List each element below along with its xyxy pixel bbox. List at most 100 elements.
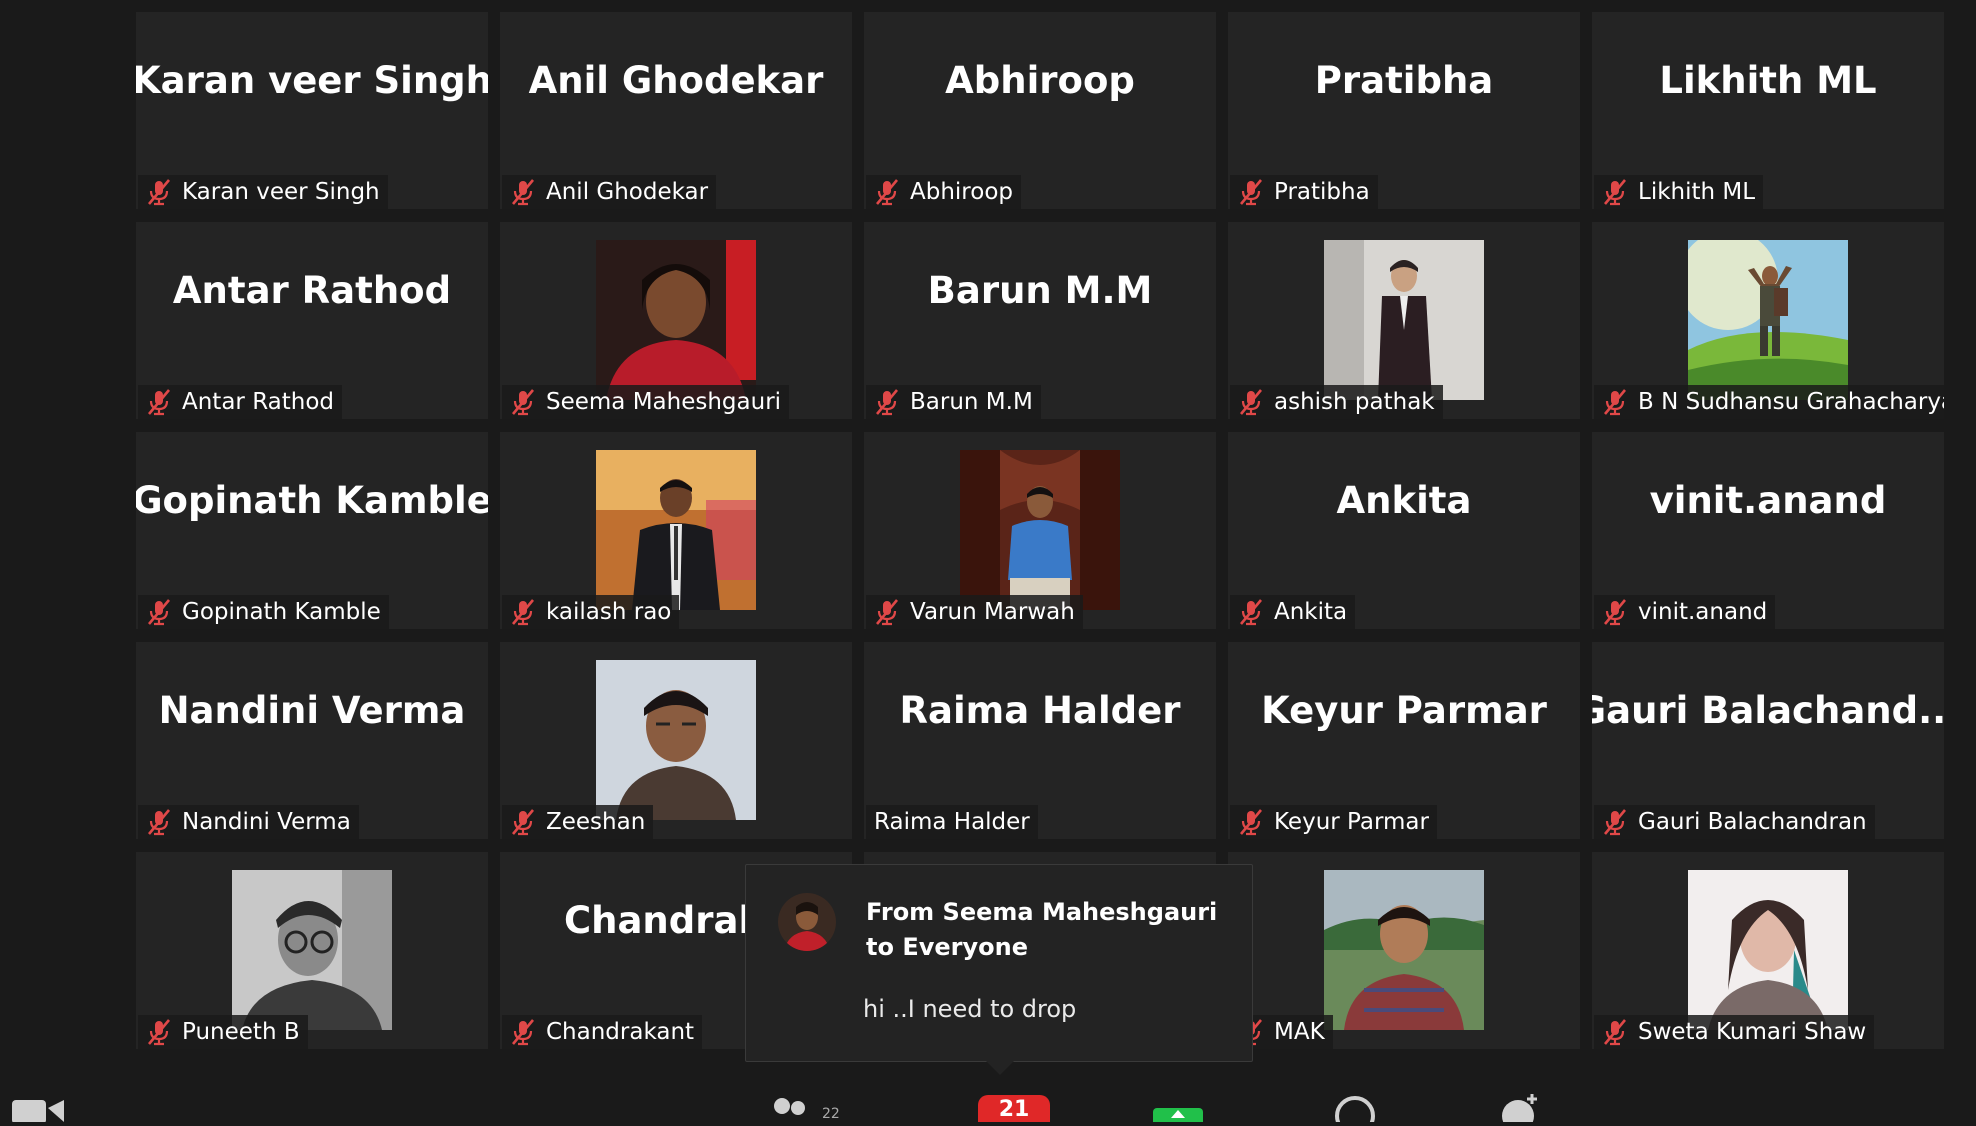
participant-display-name: Karan veer Singh <box>136 59 488 102</box>
participant-tile[interactable]: Raima Halder Raima Halder <box>864 642 1216 839</box>
participant-display-name: Pratibha <box>1314 59 1494 102</box>
participant-tile[interactable]: Nandini Verma Nandini Verma <box>136 642 488 839</box>
participant-name-label: Raima Halder <box>866 805 1038 839</box>
participant-name-text: Likhith ML <box>1638 179 1756 205</box>
participant-name-label: Pratibha <box>1230 175 1378 209</box>
mic-muted-icon <box>512 389 534 416</box>
participant-name-text: Anil Ghodekar <box>546 179 709 205</box>
participant-name-text: ashish pathak <box>1274 389 1435 415</box>
participant-tile[interactable]: Ankita Ankita <box>1228 432 1580 629</box>
participant-photo <box>596 240 756 400</box>
participant-tile[interactable]: Keyur Parmar Keyur Parmar <box>1228 642 1580 839</box>
participant-name-text: kailash rao <box>546 599 672 625</box>
mic-muted-icon <box>876 599 898 626</box>
participant-display-name: Nandini Verma <box>158 689 466 732</box>
participant-name-text: Gauri Balachandran <box>1638 809 1867 835</box>
participant-display-name: Keyur Parmar <box>1261 689 1547 732</box>
participant-tile[interactable]: Abhiroop Abhiroop <box>864 12 1216 209</box>
mic-muted-icon <box>876 389 898 416</box>
participant-tile[interactable]: Varun Marwah <box>864 432 1216 629</box>
participant-tile[interactable]: Sweta Kumari Shaw <box>1592 852 1944 1049</box>
mic-muted-icon <box>148 809 170 836</box>
participant-tile[interactable]: Karan veer Singh Karan veer Singh <box>136 12 488 209</box>
participant-name-text: Sweta Kumari Shaw <box>1638 1019 1867 1045</box>
participant-tile[interactable]: Seema Maheshgauri <box>500 222 852 419</box>
participant-tile[interactable]: ashish pathak <box>1228 222 1580 419</box>
participant-name-label: Nandini Verma <box>138 805 359 839</box>
participant-name-label: Likhith ML <box>1594 175 1764 209</box>
mic-muted-icon <box>148 389 170 416</box>
participant-display-name: Gopinath Kamble <box>136 479 488 522</box>
chat-sender-avatar <box>778 893 836 951</box>
participant-name-label: Abhiroop <box>866 175 1021 209</box>
video-icon[interactable] <box>12 1090 64 1126</box>
participant-tile[interactable]: Antar Rathod Antar Rathod <box>136 222 488 419</box>
participants-count: 22 <box>822 1106 840 1122</box>
mic-muted-icon <box>512 809 534 836</box>
participant-photo <box>1324 870 1484 1030</box>
participant-name-text: Keyur Parmar <box>1274 809 1429 835</box>
participant-tile[interactable]: Gopinath Kamble Gopinath Kamble <box>136 432 488 629</box>
reactions-icon[interactable] <box>1498 1090 1542 1126</box>
mic-muted-icon <box>1240 599 1262 626</box>
mic-muted-icon <box>1604 389 1626 416</box>
participant-tile[interactable]: Pratibha Pratibha <box>1228 12 1580 209</box>
participant-tile[interactable]: vinit.anand vinit.anand <box>1592 432 1944 629</box>
participant-name-label: B N Sudhansu Grahacharya <box>1594 385 1944 419</box>
chat-notification[interactable]: From Seema Maheshgauri to Everyone hi ..… <box>745 864 1253 1075</box>
participant-name-label: Antar Rathod <box>138 385 343 419</box>
mic-muted-icon <box>1604 809 1626 836</box>
participant-name-label: vinit.anand <box>1594 595 1776 629</box>
mic-muted-icon <box>1240 179 1262 206</box>
participant-display-name: Likhith ML <box>1659 59 1877 102</box>
participant-tile[interactable]: Likhith ML Likhith ML <box>1592 12 1944 209</box>
participant-tile[interactable]: Zeeshan <box>500 642 852 839</box>
participant-name-text: Abhiroop <box>910 179 1013 205</box>
participant-name-label: Gopinath Kamble <box>138 595 389 629</box>
chat-sender: From Seema Maheshgauri to Everyone <box>866 898 1218 961</box>
mic-muted-icon <box>148 599 170 626</box>
participant-name-text: Chandrakant <box>546 1019 695 1045</box>
participant-tile[interactable]: Gauri Balachand... Gauri Balachandran <box>1592 642 1944 839</box>
participant-name-label: Zeeshan <box>502 805 654 839</box>
participant-tile[interactable]: MAK <box>1228 852 1580 1049</box>
participant-display-name: Gauri Balachand... <box>1592 689 1944 732</box>
participant-name-label: Varun Marwah <box>866 595 1083 629</box>
participant-display-name: Anil Ghodekar <box>528 59 824 102</box>
participant-name-label: Chandrakant <box>502 1015 703 1049</box>
mic-muted-icon <box>1240 809 1262 836</box>
participant-photo <box>1324 240 1484 400</box>
participant-tile[interactable]: Barun M.M Barun M.M <box>864 222 1216 419</box>
participant-photo <box>596 450 756 610</box>
participant-tile[interactable]: Puneeth B <box>136 852 488 1049</box>
participant-name-text: vinit.anand <box>1638 599 1768 625</box>
participant-display-name: Raima Halder <box>899 689 1181 732</box>
participant-tile[interactable]: B N Sudhansu Grahacharya <box>1592 222 1944 419</box>
mic-muted-icon <box>148 1019 170 1046</box>
participant-display-name: Barun M.M <box>927 269 1153 312</box>
mic-muted-icon <box>1604 179 1626 206</box>
participant-display-name: Abhiroop <box>945 59 1135 102</box>
mic-muted-icon <box>512 599 534 626</box>
mic-muted-icon <box>1604 1019 1626 1046</box>
participants-icon[interactable]: 22 <box>770 1090 840 1126</box>
participant-name-text: Karan veer Singh <box>182 179 380 205</box>
participant-name-label: Keyur Parmar <box>1230 805 1437 839</box>
participant-display-name: Antar Rathod <box>172 269 452 312</box>
participant-tile[interactable]: kailash rao <box>500 432 852 629</box>
participant-name-label: Barun M.M <box>866 385 1041 419</box>
record-icon[interactable] <box>1333 1090 1377 1126</box>
mic-muted-icon <box>1604 599 1626 626</box>
participant-name-label: Sweta Kumari Shaw <box>1594 1015 1875 1049</box>
participant-tile[interactable]: Anil Ghodekar Anil Ghodekar <box>500 12 852 209</box>
participant-name-label: Puneeth B <box>138 1015 308 1049</box>
participant-photo <box>960 450 1120 610</box>
participant-name-text: Nandini Verma <box>182 809 351 835</box>
participant-photo <box>1688 870 1848 1030</box>
participant-name-text: MAK <box>1274 1019 1325 1045</box>
share-screen-icon[interactable] <box>1153 1090 1203 1126</box>
participant-name-label: Gauri Balachandran <box>1594 805 1875 839</box>
participant-display-name: Ankita <box>1336 479 1472 522</box>
participant-name-text: Antar Rathod <box>182 389 335 415</box>
participant-name-label: Seema Maheshgauri <box>502 385 790 419</box>
